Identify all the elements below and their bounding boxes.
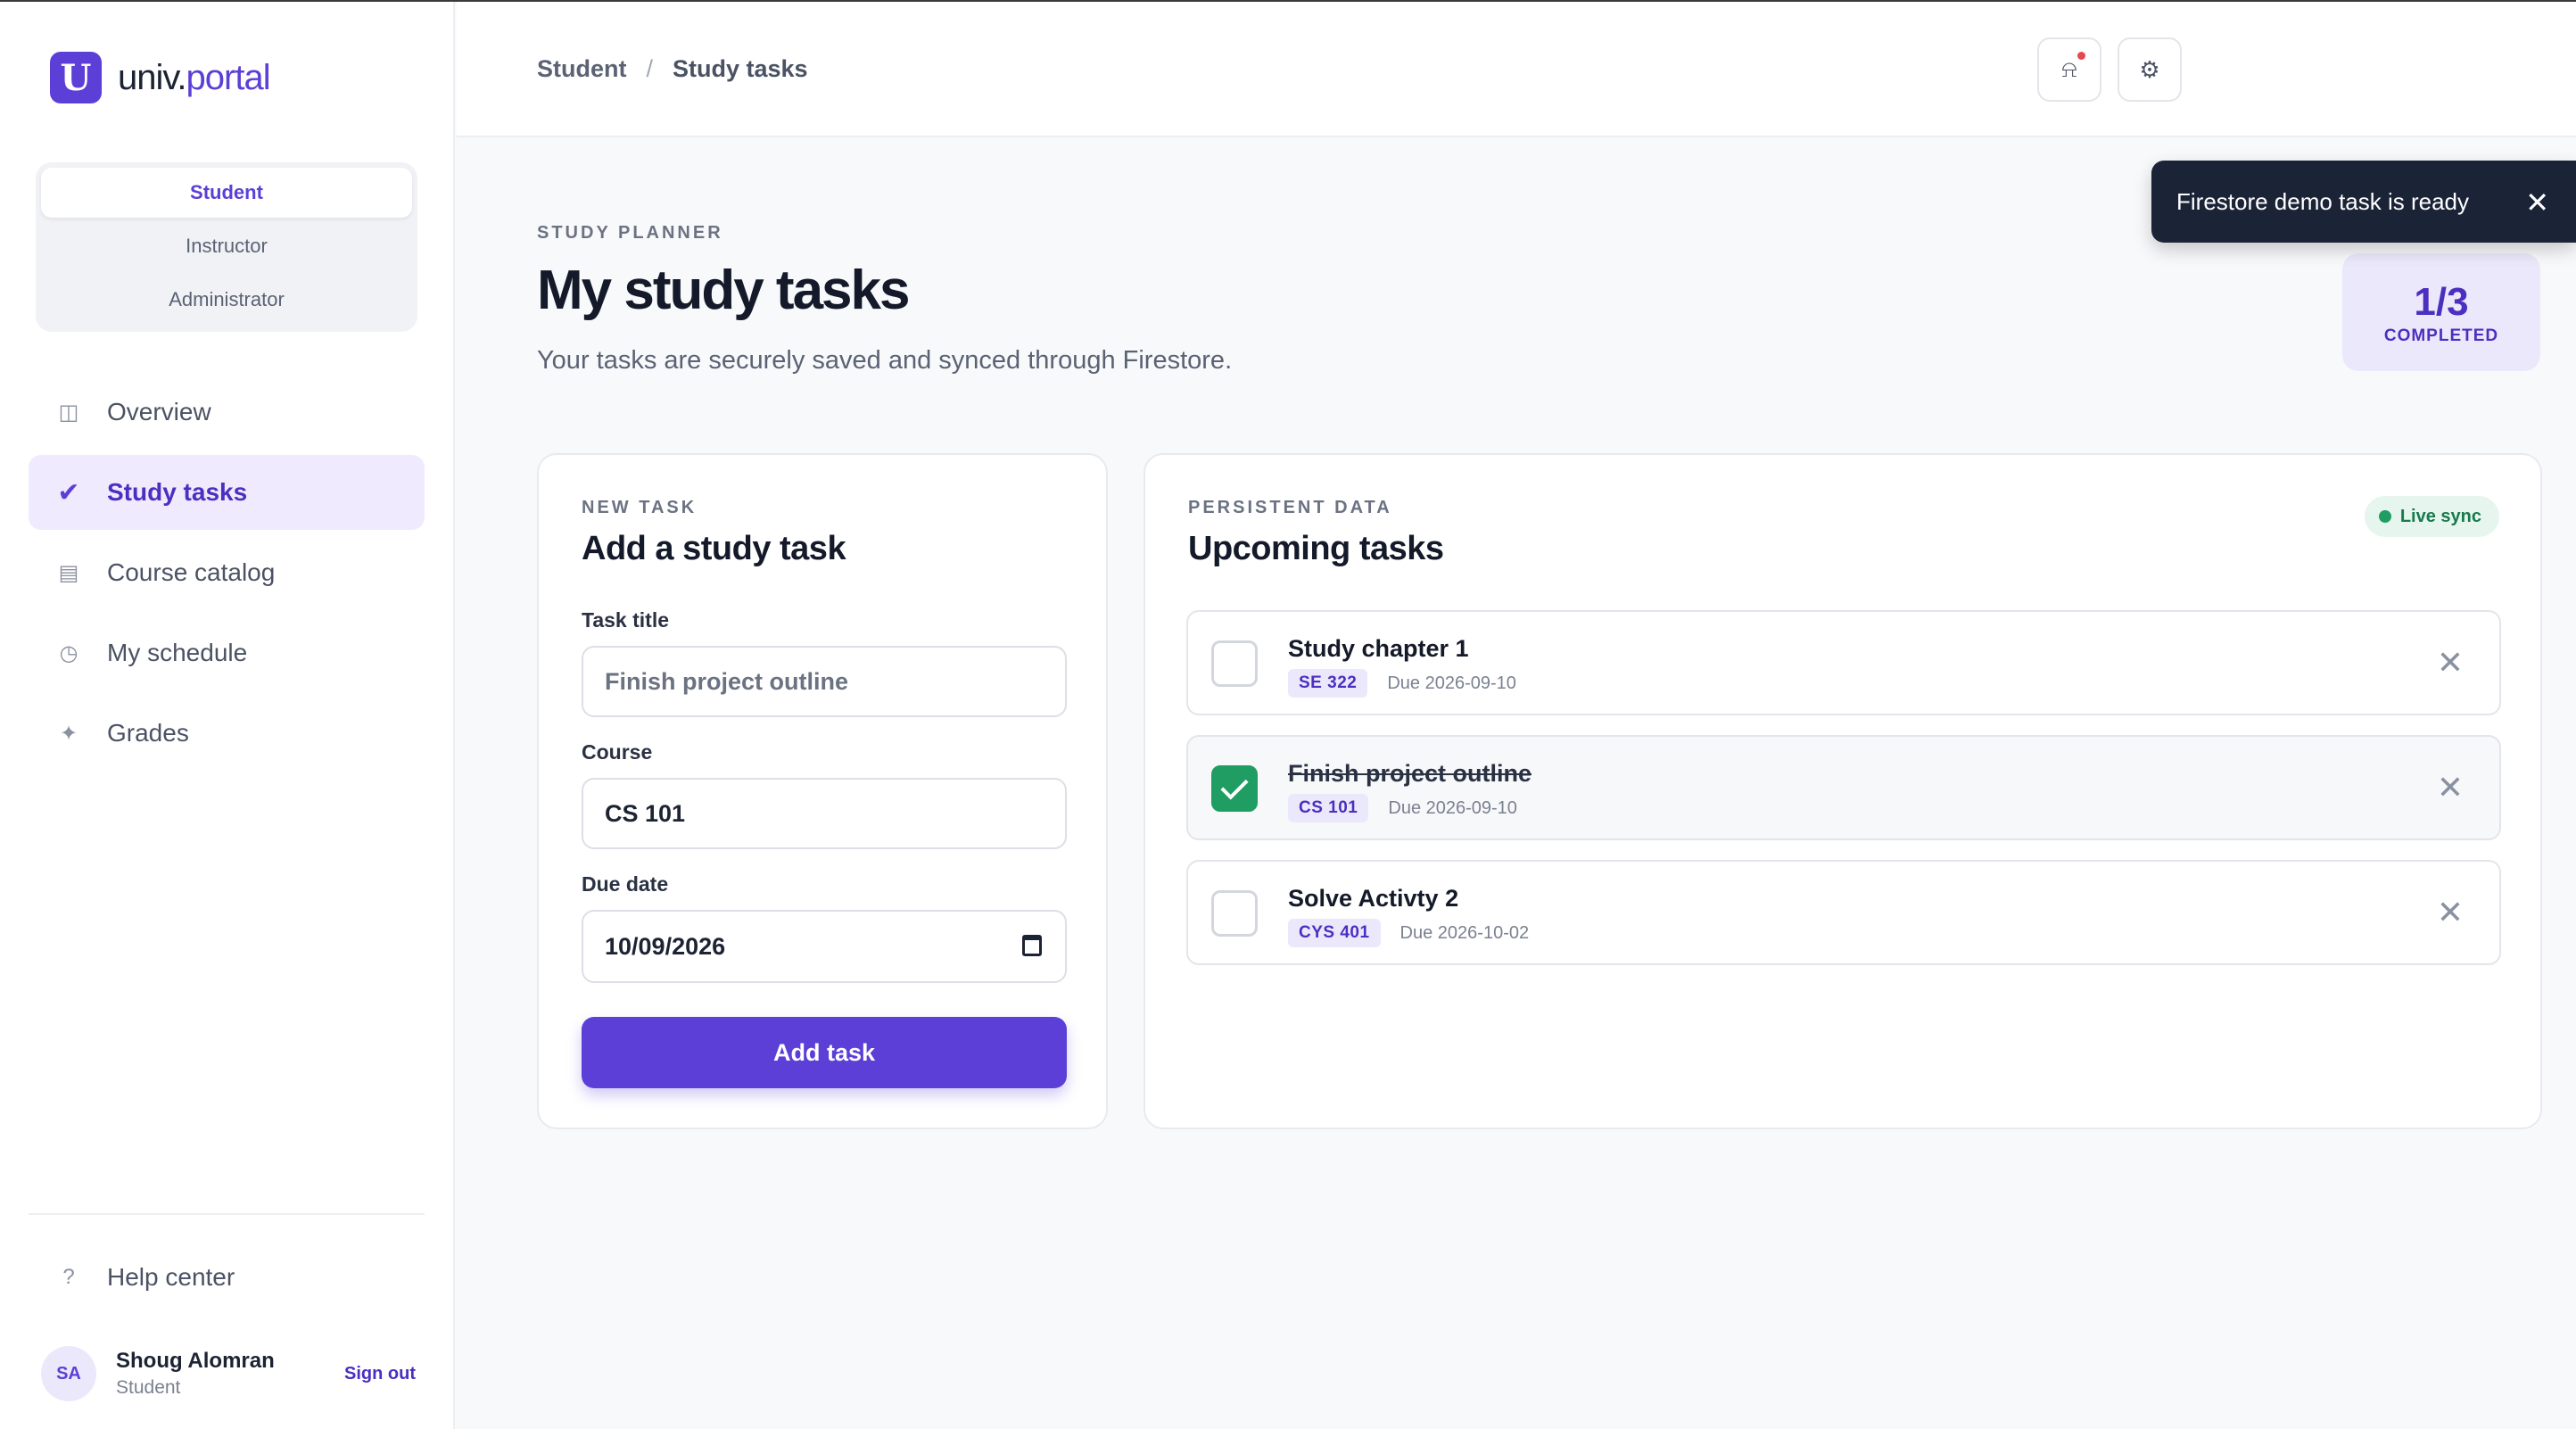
role-administrator[interactable]: Administrator	[41, 275, 412, 325]
calendar-icon[interactable]	[1022, 935, 1042, 956]
sidebar-item-overview[interactable]: ◫ Overview	[29, 375, 425, 450]
due-date: Due 2026-09-10	[1387, 673, 1516, 693]
sidebar-item-study-tasks[interactable]: ✔ Study tasks	[29, 455, 425, 530]
card-title: Add a study task	[582, 530, 846, 567]
card-eyebrow: PERSISTENT DATA	[1188, 498, 1392, 517]
due-date-label: Due date	[582, 872, 669, 896]
live-sync-label: Live sync	[2399, 506, 2481, 526]
sidebar-item-label: Course catalog	[107, 558, 276, 586]
logo-text: univ.portal	[118, 57, 271, 97]
breadcrumb: Student / Study tasks	[537, 55, 808, 83]
sign-out-button[interactable]: Sign out	[344, 1364, 416, 1384]
sidebar-nav: ◫ Overview ✔ Study tasks ▤ Course catalo…	[29, 375, 425, 776]
task-row: Solve Activty 2 CYS 401 Due 2026-10-02 ✕	[1186, 860, 2501, 965]
task-checkbox[interactable]	[1211, 765, 1258, 812]
sidebar-item-label: My schedule	[107, 639, 248, 666]
sparkle-icon: ✦	[59, 721, 78, 746]
course-label: Course	[582, 740, 653, 764]
completion-count: 1/3	[2414, 280, 2469, 324]
sidebar-item-my-schedule[interactable]: ◷ My schedule	[29, 615, 425, 690]
task-meta: CYS 401 Due 2026-10-02	[1288, 919, 1529, 947]
live-sync-badge: Live sync	[2364, 496, 2499, 537]
completion-label: COMPLETED	[2383, 326, 2499, 345]
status-dot-icon	[2378, 510, 2391, 523]
card-title: Upcoming tasks	[1188, 530, 1444, 567]
task-title: Finish project outline	[1288, 760, 1532, 787]
topbar: Student / Study tasks ⍾ ⚙	[457, 2, 2576, 137]
due-date-input[interactable]: 10/09/2026	[582, 910, 1067, 983]
due-date: Due 2026-10-02	[1399, 922, 1530, 943]
check-icon: ✔	[57, 477, 80, 508]
breadcrumb-separator: /	[646, 55, 654, 82]
sidebar-item-help-center[interactable]: ? Help center	[29, 1240, 425, 1315]
upcoming-tasks-card: PERSISTENT DATA Upcoming tasks Live sync…	[1144, 453, 2542, 1129]
sidebar-item-label: Grades	[107, 719, 189, 747]
course-tag: SE 322	[1288, 669, 1368, 698]
user-info: Shoug Alomran Student	[116, 1349, 275, 1399]
task-title: Study chapter 1	[1288, 635, 1469, 662]
task-title-label: Task title	[582, 608, 669, 632]
page-eyebrow: STUDY PLANNER	[537, 223, 723, 243]
sidebar-item-course-catalog[interactable]: ▤ Course catalog	[29, 535, 425, 610]
help-icon: ?	[62, 1265, 75, 1289]
delete-task-icon[interactable]: ✕	[2437, 644, 2464, 681]
page-subtitle: Your tasks are securely saved and synced…	[537, 346, 1233, 375]
settings-button[interactable]: ⚙	[2118, 37, 2182, 102]
role-instructor[interactable]: Instructor	[41, 221, 412, 271]
catalog-icon: ▤	[58, 560, 79, 585]
close-icon[interactable]: ✕	[2525, 186, 2549, 219]
task-title: Solve Activty 2	[1288, 885, 1459, 912]
avatar[interactable]: SA	[41, 1346, 96, 1401]
task-checkbox[interactable]	[1211, 640, 1258, 687]
bell-icon: ⍾	[2061, 55, 2077, 82]
breadcrumb-student[interactable]: Student	[537, 55, 627, 83]
layout-icon: ◫	[58, 400, 79, 425]
course-input[interactable]: CS 101	[582, 778, 1067, 849]
gear-icon: ⚙	[2139, 55, 2160, 83]
clock-icon: ◷	[59, 640, 78, 665]
user-role: Student	[116, 1377, 181, 1398]
card-eyebrow: NEW TASK	[582, 498, 698, 517]
task-meta: CS 101 Due 2026-09-10	[1288, 794, 1517, 822]
course-tag: CYS 401	[1288, 919, 1381, 947]
notification-dot	[2077, 52, 2085, 60]
sidebar-item-label: Help center	[107, 1263, 235, 1291]
breadcrumb-current: Study tasks	[673, 55, 808, 82]
help-section: ? Help center	[29, 1240, 425, 1320]
task-row: Study chapter 1 SE 322 Due 2026-09-10 ✕	[1186, 610, 2501, 715]
role-student[interactable]: Student	[41, 168, 412, 218]
task-title-input[interactable]: Finish project outline	[582, 646, 1067, 717]
toast-message: Firestore demo task is ready	[2176, 187, 2470, 215]
task-meta: SE 322 Due 2026-09-10	[1288, 669, 1516, 698]
delete-task-icon[interactable]: ✕	[2437, 769, 2464, 806]
sidebar-item-label: Overview	[107, 398, 211, 425]
new-task-card: NEW TASK Add a study task Task title Fin…	[537, 453, 1108, 1129]
due-date-value: 10/09/2026	[605, 932, 726, 960]
delete-task-icon[interactable]: ✕	[2437, 894, 2464, 931]
sidebar-item-label: Study tasks	[107, 478, 248, 506]
page-title: My study tasks	[537, 260, 911, 321]
user-profile: SA Shoug Alomran Student Sign out	[41, 1345, 416, 1402]
course-tag: CS 101	[1288, 794, 1369, 822]
role-switcher: Student Instructor Administrator	[36, 162, 417, 332]
task-row: Finish project outline CS 101 Due 2026-0…	[1186, 735, 2501, 840]
sidebar-item-grades[interactable]: ✦ Grades	[29, 696, 425, 771]
logo-mark-icon: U	[50, 52, 102, 103]
due-date: Due 2026-09-10	[1388, 797, 1517, 818]
user-name: Shoug Alomran	[116, 1349, 275, 1373]
notifications-button[interactable]: ⍾	[2037, 37, 2101, 102]
task-checkbox[interactable]	[1211, 890, 1258, 937]
logo[interactable]: U univ.portal	[50, 52, 271, 103]
sidebar: U univ.portal Student Instructor Adminis…	[0, 2, 455, 1429]
sidebar-divider	[29, 1213, 425, 1215]
completion-summary: 1/3 COMPLETED	[2342, 253, 2540, 371]
toast-notification: Firestore demo task is ready ✕	[2151, 161, 2576, 243]
add-task-button[interactable]: Add task	[582, 1017, 1067, 1088]
